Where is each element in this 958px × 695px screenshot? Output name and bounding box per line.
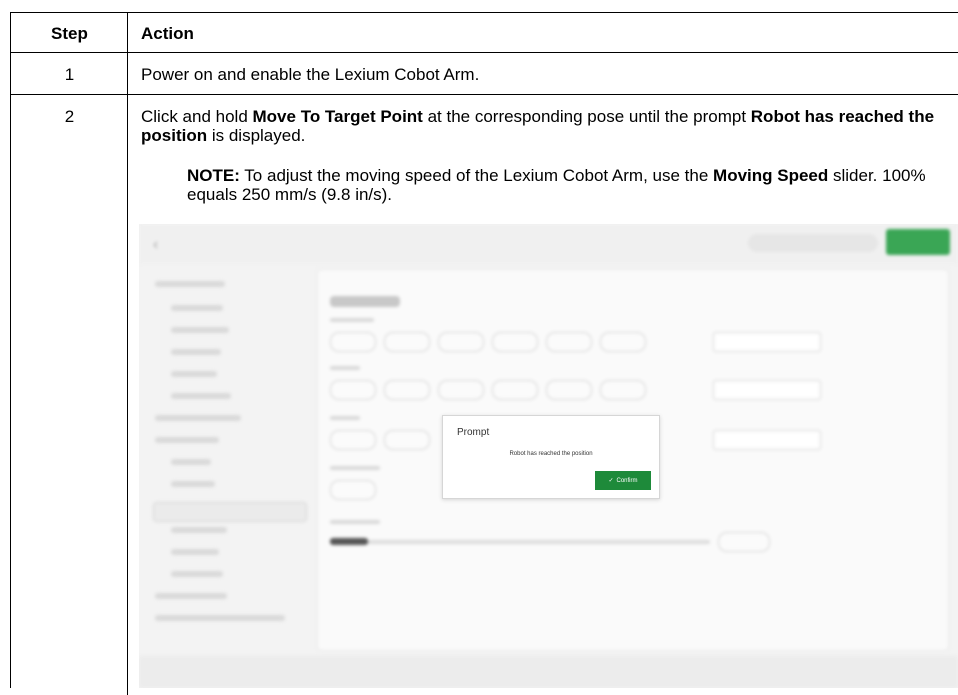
action-text: at the corresponding pose until the prom… [422, 107, 751, 126]
save-button [886, 229, 950, 255]
header-action-label: Action [141, 24, 194, 43]
embedded-screenshot: ‹ Prompt Robot has reached the position … [139, 224, 958, 688]
pose-field [492, 380, 538, 400]
field-label [330, 520, 380, 524]
action-text: Power on and enable the Lexium Cobot Arm… [141, 65, 480, 84]
sidebar-item [171, 327, 229, 333]
header-cell-step: Step [11, 13, 128, 52]
move-to-target-button [713, 380, 821, 400]
pose-field [546, 332, 592, 352]
pose-field [600, 380, 646, 400]
sidebar-item-selected [153, 502, 307, 522]
moving-speed-slider-track [330, 540, 710, 544]
action-paragraph: Click and hold Move To Target Point at t… [141, 107, 958, 145]
pose-field [384, 380, 430, 400]
pose-field [330, 430, 376, 450]
check-icon: ✓ [608, 478, 614, 484]
pose-field [600, 332, 646, 352]
step-cell: 2 [11, 95, 128, 695]
step-cell: 1 [11, 53, 128, 94]
screenshot-sidebar [149, 269, 309, 679]
sidebar-item [171, 459, 211, 465]
pose-field [384, 332, 430, 352]
sidebar-item [171, 571, 223, 577]
move-to-target-button [713, 332, 821, 352]
prompt-dialog: Prompt Robot has reached the position ✓ … [442, 415, 660, 499]
moving-speed-term: Moving Speed [713, 166, 829, 185]
confirm-label: Confirm [616, 477, 638, 484]
field-label [330, 466, 380, 470]
action-cell: Power on and enable the Lexium Cobot Arm… [128, 53, 958, 94]
pose-field [330, 332, 376, 352]
sidebar-item [171, 481, 215, 487]
action-text: is displayed. [207, 126, 306, 145]
header-step-label: Step [51, 24, 88, 43]
pose-field [330, 380, 376, 400]
pose-field [546, 380, 592, 400]
action-text: Click and hold [141, 107, 253, 126]
move-to-target-term: Move To Target Point [252, 107, 423, 126]
sidebar-item [155, 415, 241, 421]
field-label [330, 366, 360, 370]
screenshot-footer [139, 656, 958, 688]
dialog-message: Robot has reached the position [509, 451, 593, 457]
pose-field [492, 332, 538, 352]
sidebar-item [171, 393, 231, 399]
note-paragraph: NOTE: To adjust the moving speed of the … [187, 166, 927, 204]
sidebar-item [171, 349, 221, 355]
sidebar-item [155, 281, 225, 287]
moving-speed-slider-fill [330, 538, 368, 545]
confirm-button[interactable]: ✓ Confirm [595, 471, 651, 490]
sidebar-item [155, 615, 285, 621]
panel-title [330, 296, 400, 307]
move-to-target-button [713, 430, 821, 450]
step-number: 1 [64, 65, 75, 84]
header-cell-action: Action [128, 13, 958, 52]
sidebar-item [155, 437, 219, 443]
pose-field [330, 480, 376, 500]
field-label [330, 416, 360, 420]
sidebar-item [155, 593, 227, 599]
table-header-row: Step Action [11, 13, 958, 53]
dialog-title: Prompt [457, 427, 490, 438]
sidebar-item [171, 371, 217, 377]
pose-field [438, 380, 484, 400]
field-label [330, 318, 374, 322]
note-text: To adjust the moving speed of the Lexium… [239, 166, 714, 185]
pose-field [438, 332, 484, 352]
table-row: 1 Power on and enable the Lexium Cobot A… [11, 53, 958, 95]
pose-field [384, 430, 430, 450]
step-number: 2 [64, 107, 75, 126]
sidebar-item [171, 549, 219, 555]
screenshot-topbar: ‹ [139, 224, 958, 264]
sidebar-item [171, 527, 227, 533]
toolbar-pills [748, 234, 878, 252]
sidebar-item [171, 305, 223, 311]
note-label: NOTE: [187, 166, 240, 185]
back-arrow-icon: ‹ [153, 236, 159, 253]
speed-field [718, 532, 770, 552]
